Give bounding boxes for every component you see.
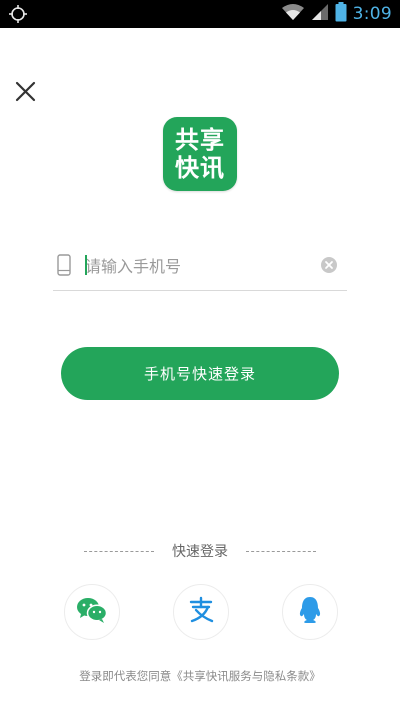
- qq-icon: [297, 595, 323, 629]
- location-target-icon: [8, 4, 28, 24]
- phone-login-button[interactable]: 手机号快速登录: [61, 347, 339, 400]
- quick-login-divider: 快速登录: [84, 540, 316, 562]
- agreement-text: 登录即代表您同意《共享快讯服务与隐私条款》: [0, 668, 400, 684]
- qq-login-button[interactable]: [282, 584, 338, 640]
- status-icons: 3:09: [281, 2, 392, 26]
- status-bar: 3:09: [0, 0, 400, 28]
- app-logo: 共享 快讯: [163, 117, 237, 191]
- quick-login-label: 快速登录: [172, 544, 228, 560]
- alipay-login-button[interactable]: [173, 584, 229, 640]
- battery-icon: [335, 2, 347, 26]
- wifi-icon: [281, 3, 305, 25]
- signal-icon: [311, 3, 329, 25]
- close-icon: [12, 81, 40, 110]
- logo-line-1: 共享: [175, 126, 225, 154]
- divider-line-left: [84, 550, 154, 552]
- wechat-icon: [76, 596, 108, 628]
- agreement-prefix: 登录即代表您同意: [79, 669, 172, 683]
- agreement-link[interactable]: 《共享快讯服务与隐私条款》: [171, 669, 321, 683]
- phone-input-row: [53, 246, 347, 291]
- text-caret: [85, 255, 87, 275]
- clear-button[interactable]: [321, 257, 337, 273]
- phone-input[interactable]: [85, 252, 315, 280]
- close-button[interactable]: [12, 78, 40, 106]
- wechat-login-button[interactable]: [64, 584, 120, 640]
- alipay-icon: [186, 595, 216, 629]
- status-time: 3:09: [352, 4, 392, 24]
- logo-line-2: 快讯: [175, 154, 225, 182]
- login-screen: 3:09 共享 快讯 请输入手机号 手机号快速登录 快速登录 登录即代表您同意《…: [0, 0, 400, 712]
- divider-line-right: [246, 550, 316, 552]
- phone-icon: [57, 254, 71, 276]
- clear-icon: [321, 258, 337, 277]
